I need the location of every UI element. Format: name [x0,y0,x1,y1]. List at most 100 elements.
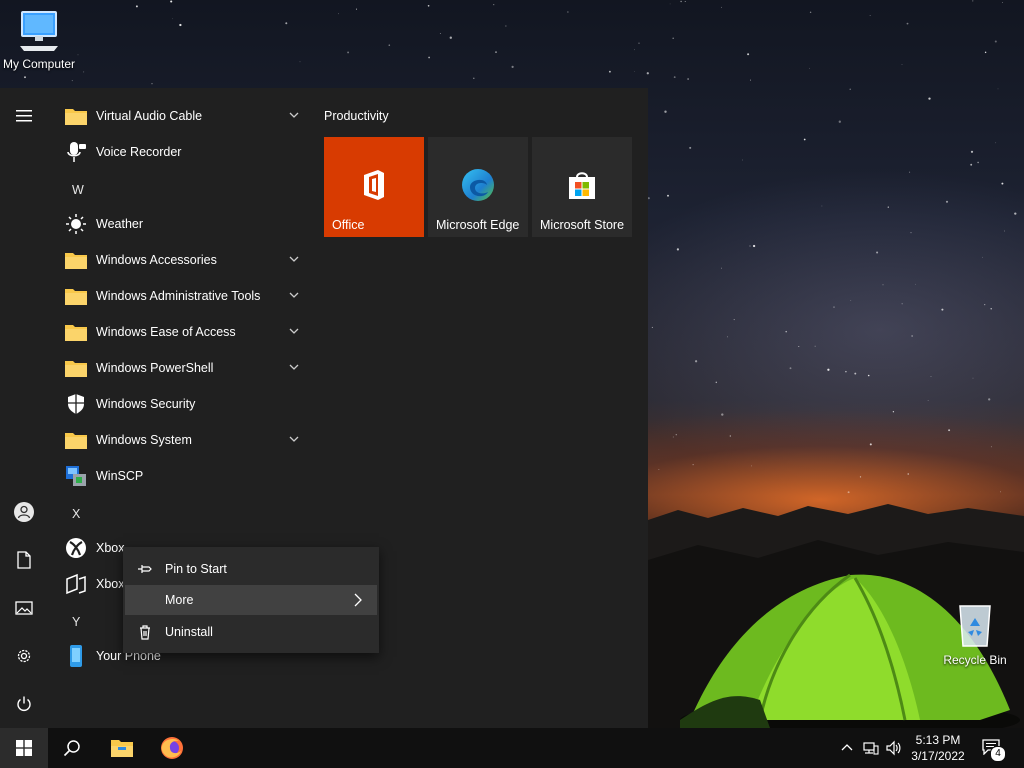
star [785,330,787,333]
star [388,44,391,46]
star [910,231,912,234]
my-computer-label: My Computer [2,57,76,71]
firefox-button[interactable] [148,728,196,768]
tile-label: Microsoft Edge [436,218,520,232]
start-button[interactable] [0,728,48,768]
star [427,4,430,7]
star [694,360,698,363]
pictures-button[interactable] [0,588,48,628]
pin-to-start-item[interactable]: Pin to Start [123,554,379,584]
tile-office[interactable]: Office [324,137,424,237]
firefox-icon [161,737,183,759]
star [814,345,816,347]
star [647,197,650,200]
star [1004,230,1006,232]
tile-microsoft-store[interactable]: Microsoft Store [532,137,632,237]
letter-heading-x[interactable]: X [72,507,80,521]
star [428,56,430,59]
network-icon[interactable] [863,740,879,756]
letter-heading-y[interactable]: Y [72,615,80,629]
tile-microsoft-edge[interactable]: Microsoft Edge [428,137,528,237]
app-windows-ease-of-access[interactable]: Windows Ease of Access [48,314,312,350]
clock[interactable]: 5:13 PM 3/17/2022 [905,732,971,764]
app-voice-recorder[interactable]: Voice Recorder [48,134,312,170]
star [798,346,800,347]
uninstall-item[interactable]: Uninstall [123,617,379,647]
tile-group-title[interactable]: Productivity [324,109,389,123]
star [170,0,173,3]
star [151,83,153,85]
microphone-icon [67,142,86,162]
star [930,376,932,378]
star [1014,212,1017,215]
ctx-label: Uninstall [165,625,213,639]
gear-icon [17,649,31,663]
app-virtual-audio-cable[interactable]: Virtual Audio Cable [48,98,312,134]
letter-heading-w[interactable]: W [72,183,84,197]
action-center-button[interactable]: 4 [980,738,1006,762]
recycle-bin-shortcut[interactable]: Recycle Bin [930,602,1020,667]
clock-date: 3/17/2022 [911,749,965,763]
star [672,436,674,438]
star [664,110,667,113]
app-windows-system[interactable]: Windows System [48,422,312,458]
app-windows-accessories[interactable]: Windows Accessories [48,242,312,278]
windows-logo-icon [16,740,32,756]
star [990,446,992,448]
more-item[interactable]: More [125,585,377,615]
star [495,51,497,53]
star [1002,2,1003,3]
star [927,400,929,401]
star [752,244,756,248]
star [729,435,731,437]
phone-icon [70,645,82,667]
folder-icon [65,253,87,269]
star [299,61,301,63]
volume-icon[interactable] [886,740,902,756]
expand-menu-button[interactable] [0,96,48,136]
account-button[interactable] [0,492,48,532]
star [135,5,138,8]
star [687,78,689,80]
star [990,308,992,310]
power-button[interactable] [0,684,48,724]
star [977,161,979,164]
star [867,374,870,377]
star [634,49,635,51]
star [675,434,677,436]
star [906,22,909,25]
star [651,326,653,328]
star [172,18,174,20]
app-windows-powershell[interactable]: Windows PowerShell [48,350,312,386]
app-label: Windows Security [96,397,196,411]
star [984,304,986,306]
star [972,0,974,2]
app-weather[interactable]: Weather [48,206,312,242]
star [741,159,743,161]
star [948,429,951,432]
star [727,336,728,338]
trash-icon [140,625,150,640]
my-computer-shortcut[interactable]: My Computer [0,10,84,71]
folder-icon [65,109,87,125]
star [634,70,635,72]
settings-button[interactable] [0,636,48,676]
chevron-up-icon[interactable] [839,740,855,756]
pin-icon [138,565,152,573]
star [733,319,735,321]
file-explorer-button[interactable] [98,728,146,768]
star [721,413,724,416]
star [887,206,889,208]
app-winscp[interactable]: WinSCP [48,458,312,494]
star [999,491,1002,493]
star [869,15,871,16]
app-label: Windows PowerShell [96,361,214,375]
star [749,245,751,247]
star [911,335,913,337]
search-button[interactable] [48,728,96,768]
app-windows-security[interactable]: Windows Security [48,386,312,422]
app-windows-administrative-tools[interactable]: Windows Administrative Tools [48,278,312,314]
star [901,64,903,65]
file-explorer-icon [111,740,133,757]
documents-button[interactable] [0,540,48,580]
